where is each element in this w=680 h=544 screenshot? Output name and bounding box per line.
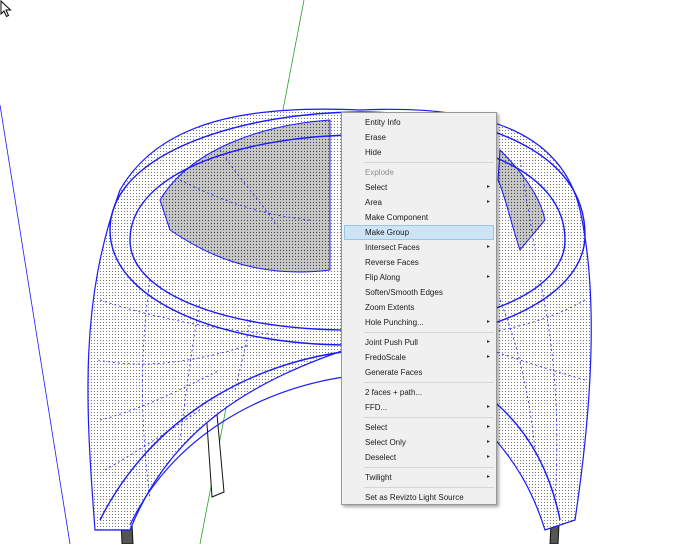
menu-item-select-only[interactable]: Select Only ▸ [342, 435, 496, 450]
menu-item-label: Make Group [365, 228, 410, 237]
menu-item-label: Flip Along [365, 273, 401, 282]
mouse-pointer-icon [0, 0, 12, 18]
menu-item-label: Area [365, 198, 382, 207]
menu-item-label: Erase [365, 133, 386, 142]
menu-item-flip-along[interactable]: Flip Along ▸ [342, 270, 496, 285]
menu-item-label: Select Only [365, 438, 406, 447]
menu-item-entity-info[interactable]: Entity Info [342, 115, 496, 130]
menu-item-label: Set as Revizto Light Source [365, 493, 464, 502]
menu-separator [364, 417, 494, 418]
menu-item-label: Deselect [365, 453, 397, 462]
menu-item-soften-smooth-edges[interactable]: Soften/Smooth Edges [342, 285, 496, 300]
menu-item-select[interactable]: Select ▸ [342, 420, 496, 435]
menu-item-label: Hole Punching... [365, 318, 424, 327]
blue-axis [0, 104, 71, 544]
menu-item-make-component[interactable]: Make Component [342, 210, 496, 225]
menu-item-erase[interactable]: Erase [342, 130, 496, 145]
submenu-arrow-icon: ▸ [486, 274, 490, 280]
menu-item-make-group[interactable]: Make Group [344, 225, 494, 240]
menu-item-label: Hide [365, 148, 382, 157]
menu-item-label: FFD... [365, 403, 388, 412]
menu-item-area[interactable]: Area ▸ [342, 195, 496, 210]
submenu-arrow-icon: ▸ [486, 199, 490, 205]
menu-item-intersect-faces[interactable]: Intersect Faces ▸ [342, 240, 496, 255]
submenu-arrow-icon: ▸ [486, 424, 490, 430]
menu-item-select[interactable]: Select ▸ [342, 180, 496, 195]
modeling-viewport[interactable]: Entity Info Erase Hide Explode Select ▸ Area ▸ M… [0, 0, 680, 544]
submenu-arrow-icon: ▸ [486, 319, 490, 325]
context-menu: Entity Info Erase Hide Explode Select ▸ Area ▸ M… [341, 112, 497, 505]
menu-item-set-as-revizto-light-source[interactable]: Set as Revizto Light Source [342, 490, 496, 505]
submenu-arrow-icon: ▸ [486, 404, 490, 410]
submenu-arrow-icon: ▸ [486, 184, 490, 190]
menu-item-fredoscale[interactable]: FredoScale ▸ [342, 350, 496, 365]
submenu-arrow-icon: ▸ [486, 454, 490, 460]
3d-model-canvas[interactable] [0, 0, 680, 544]
menu-item-explode: Explode [342, 165, 496, 180]
menu-item-label: 2 faces + path... [365, 388, 423, 397]
menu-separator [364, 467, 494, 468]
menu-item-ffd[interactable]: FFD... ▸ [342, 400, 496, 415]
menu-item-label: Intersect Faces [365, 243, 420, 252]
menu-item-generate-faces[interactable]: Generate Faces [342, 365, 496, 380]
menu-item-2-faces-path[interactable]: 2 faces + path... [342, 385, 496, 400]
menu-item-label: Reverse Faces [365, 258, 419, 267]
menu-item-deselect[interactable]: Deselect ▸ [342, 450, 496, 465]
menu-item-label: Explode [365, 168, 394, 177]
menu-item-joint-push-pull[interactable]: Joint Push Pull ▸ [342, 335, 496, 350]
menu-item-label: Entity Info [365, 118, 401, 127]
submenu-arrow-icon: ▸ [486, 339, 490, 345]
submenu-arrow-icon: ▸ [486, 244, 490, 250]
menu-separator [364, 332, 494, 333]
menu-item-label: Select [365, 183, 388, 192]
menu-item-label: Make Component [365, 213, 429, 222]
menu-item-label: Twilight [365, 473, 392, 482]
menu-item-zoom-extents[interactable]: Zoom Extents [342, 300, 496, 315]
menu-separator [364, 382, 494, 383]
menu-item-reverse-faces[interactable]: Reverse Faces [342, 255, 496, 270]
menu-item-label: Joint Push Pull [365, 338, 418, 347]
menu-item-hide[interactable]: Hide [342, 145, 496, 160]
menu-item-label: Soften/Smooth Edges [365, 288, 443, 297]
menu-item-twilight[interactable]: Twilight ▸ [342, 470, 496, 485]
submenu-arrow-icon: ▸ [486, 354, 490, 360]
menu-item-hole-punching[interactable]: Hole Punching... ▸ [342, 315, 496, 330]
menu-item-label: FredoScale [365, 353, 406, 362]
menu-separator [364, 487, 494, 488]
menu-item-label: Select [365, 423, 388, 432]
submenu-arrow-icon: ▸ [486, 474, 490, 480]
menu-separator [364, 162, 494, 163]
submenu-arrow-icon: ▸ [486, 439, 490, 445]
menu-item-label: Zoom Extents [365, 303, 415, 312]
menu-item-label: Generate Faces [365, 368, 423, 377]
